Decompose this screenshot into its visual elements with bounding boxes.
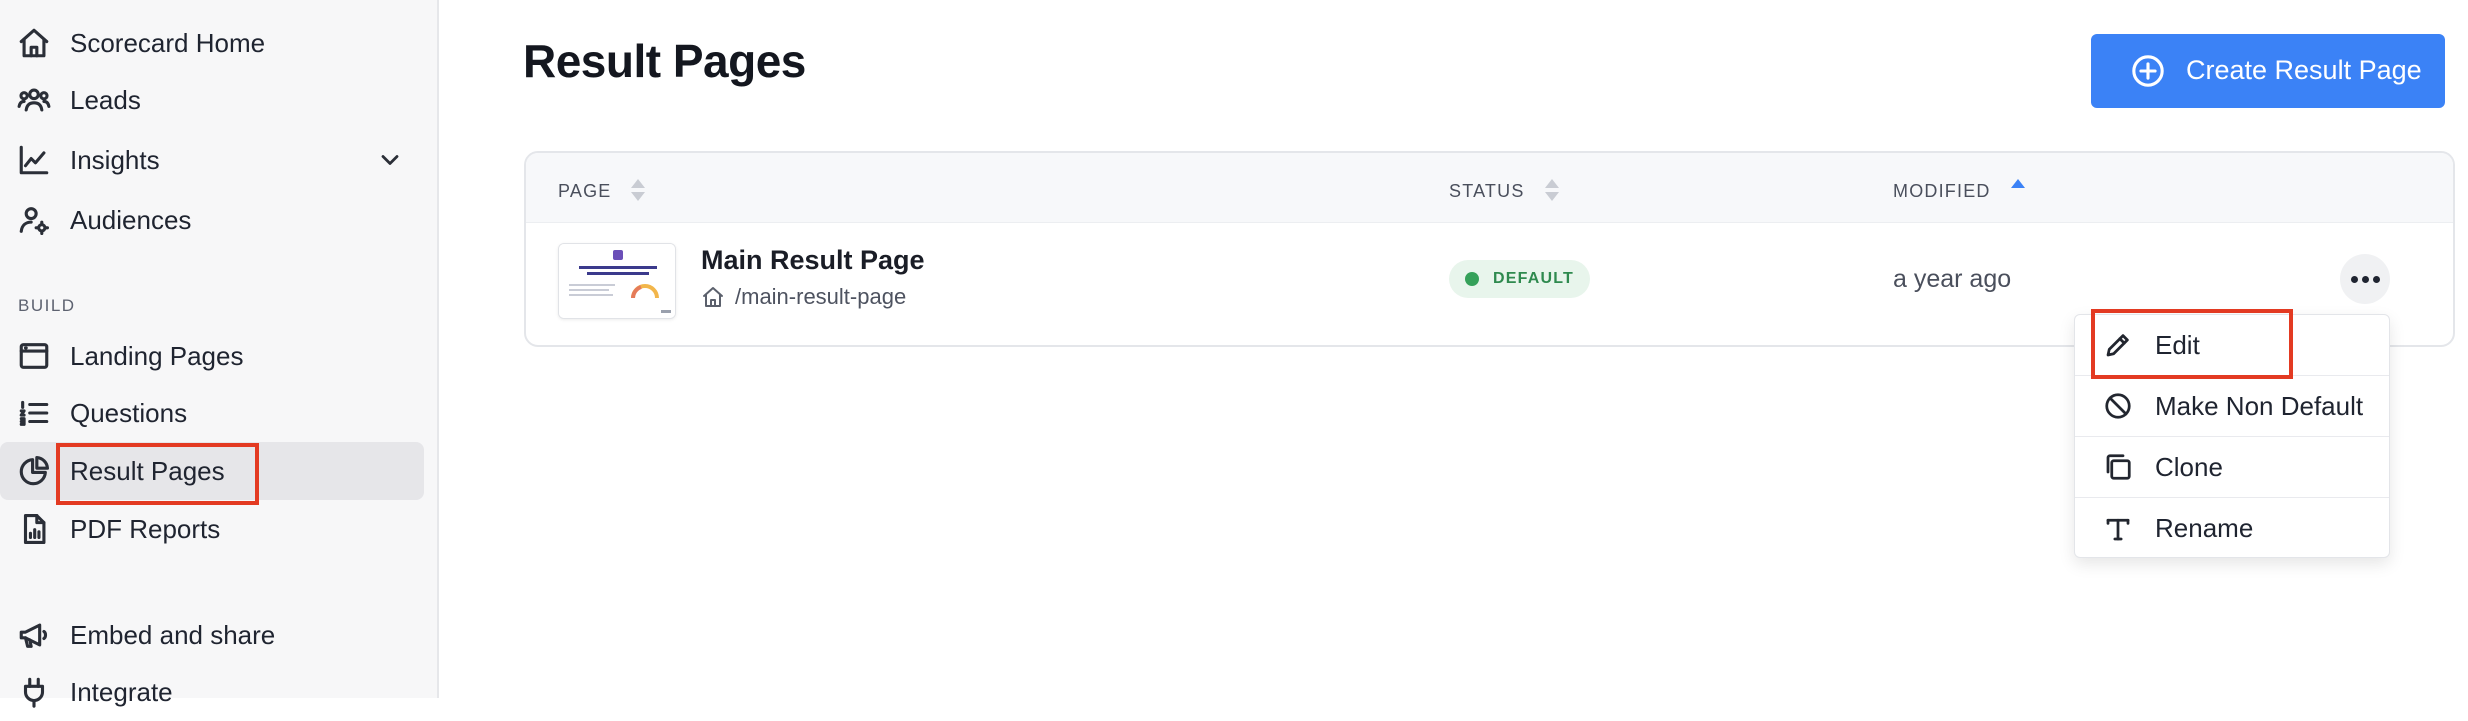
chevron-down-icon[interactable]	[376, 146, 404, 174]
sidebar-item-label: Integrate	[70, 676, 173, 707]
users-icon	[16, 82, 52, 118]
sidebar-item-embed-and-share[interactable]: Embed and share	[0, 606, 424, 664]
menu-item-label: Clone	[2155, 451, 2223, 482]
status-dot-icon	[1465, 272, 1479, 286]
sidebar: Scorecard Home Leads Insights Audiences …	[0, 0, 439, 708]
pie-chart-icon	[16, 453, 52, 489]
result-page-slug: /main-result-page	[701, 284, 906, 310]
copy-icon	[2103, 452, 2133, 482]
column-header-label: PAGE	[558, 180, 612, 201]
menu-item-make-non-default[interactable]: Make Non Default	[2075, 376, 2389, 437]
sidebar-item-landing-pages[interactable]: Landing Pages	[0, 327, 424, 385]
sidebar-item-label: Leads	[70, 84, 141, 115]
sidebar-item-label: Landing Pages	[70, 340, 244, 371]
status-badge: DEFAULT	[1449, 260, 1590, 298]
ban-icon	[2103, 391, 2133, 421]
sort-ascending-icon	[2010, 179, 2025, 203]
browser-window-icon	[16, 338, 52, 374]
sidebar-item-audiences[interactable]: Audiences	[0, 191, 424, 249]
highlight-box-result-pages	[56, 443, 259, 505]
result-page-title[interactable]: Main Result Page	[701, 245, 925, 276]
menu-item-rename[interactable]: Rename	[2075, 498, 2389, 559]
create-button-label: Create Result Page	[2186, 55, 2422, 85]
row-more-actions-button[interactable]	[2340, 254, 2390, 304]
ellipsis-icon	[2350, 275, 2358, 283]
column-header-label: STATUS	[1449, 180, 1525, 201]
megaphone-icon	[16, 617, 52, 653]
sidebar-item-scorecard-home[interactable]: Scorecard Home	[0, 14, 424, 72]
column-header-page[interactable]: PAGE	[558, 179, 646, 203]
sidebar-item-label: Embed and share	[70, 619, 276, 650]
menu-item-clone[interactable]: Clone	[2075, 437, 2389, 498]
chart-line-icon	[16, 142, 52, 178]
modified-time: a year ago	[1893, 265, 2012, 293]
text-type-icon	[2103, 514, 2133, 544]
plus-circle-icon	[2131, 54, 2165, 88]
page-title: Result Pages	[523, 35, 806, 87]
sidebar-item-label: Questions	[70, 397, 188, 428]
menu-item-label: Rename	[2155, 513, 2254, 543]
sidebar-item-label: PDF Reports	[70, 513, 221, 544]
sidebar-item-leads[interactable]: Leads	[0, 71, 424, 129]
section-label-build: BUILD	[18, 296, 76, 315]
user-settings-icon	[16, 202, 52, 238]
sidebar-item-label: Scorecard Home	[70, 27, 266, 58]
sidebar-item-label: Audiences	[70, 204, 192, 235]
list-ordered-icon	[16, 395, 52, 431]
highlight-box-edit	[2091, 309, 2293, 379]
slug-text: /main-result-page	[735, 284, 907, 309]
sidebar-item-pdf-reports[interactable]: PDF Reports	[0, 500, 424, 558]
create-result-page-button[interactable]: Create Result Page	[2091, 34, 2445, 108]
column-header-modified[interactable]: MODIFIED	[1893, 179, 2025, 203]
plug-icon	[16, 674, 52, 710]
sort-icon	[631, 179, 646, 203]
table-header: PAGE STATUS MODIFIED	[526, 153, 2453, 223]
column-header-label: MODIFIED	[1893, 180, 1991, 201]
menu-item-label: Make Non Default	[2155, 390, 2364, 421]
sidebar-item-insights[interactable]: Insights	[0, 131, 424, 189]
home-icon	[16, 25, 52, 61]
sort-icon	[1544, 179, 1559, 203]
column-header-status[interactable]: STATUS	[1449, 179, 1559, 203]
document-report-icon	[16, 511, 52, 547]
sidebar-item-label: Insights	[70, 144, 160, 175]
sidebar-item-integrate[interactable]: Integrate	[0, 663, 424, 721]
status-text: DEFAULT	[1493, 270, 1574, 287]
result-page-thumbnail[interactable]	[558, 243, 676, 319]
home-icon	[703, 287, 723, 307]
sidebar-item-questions[interactable]: Questions	[0, 384, 424, 442]
